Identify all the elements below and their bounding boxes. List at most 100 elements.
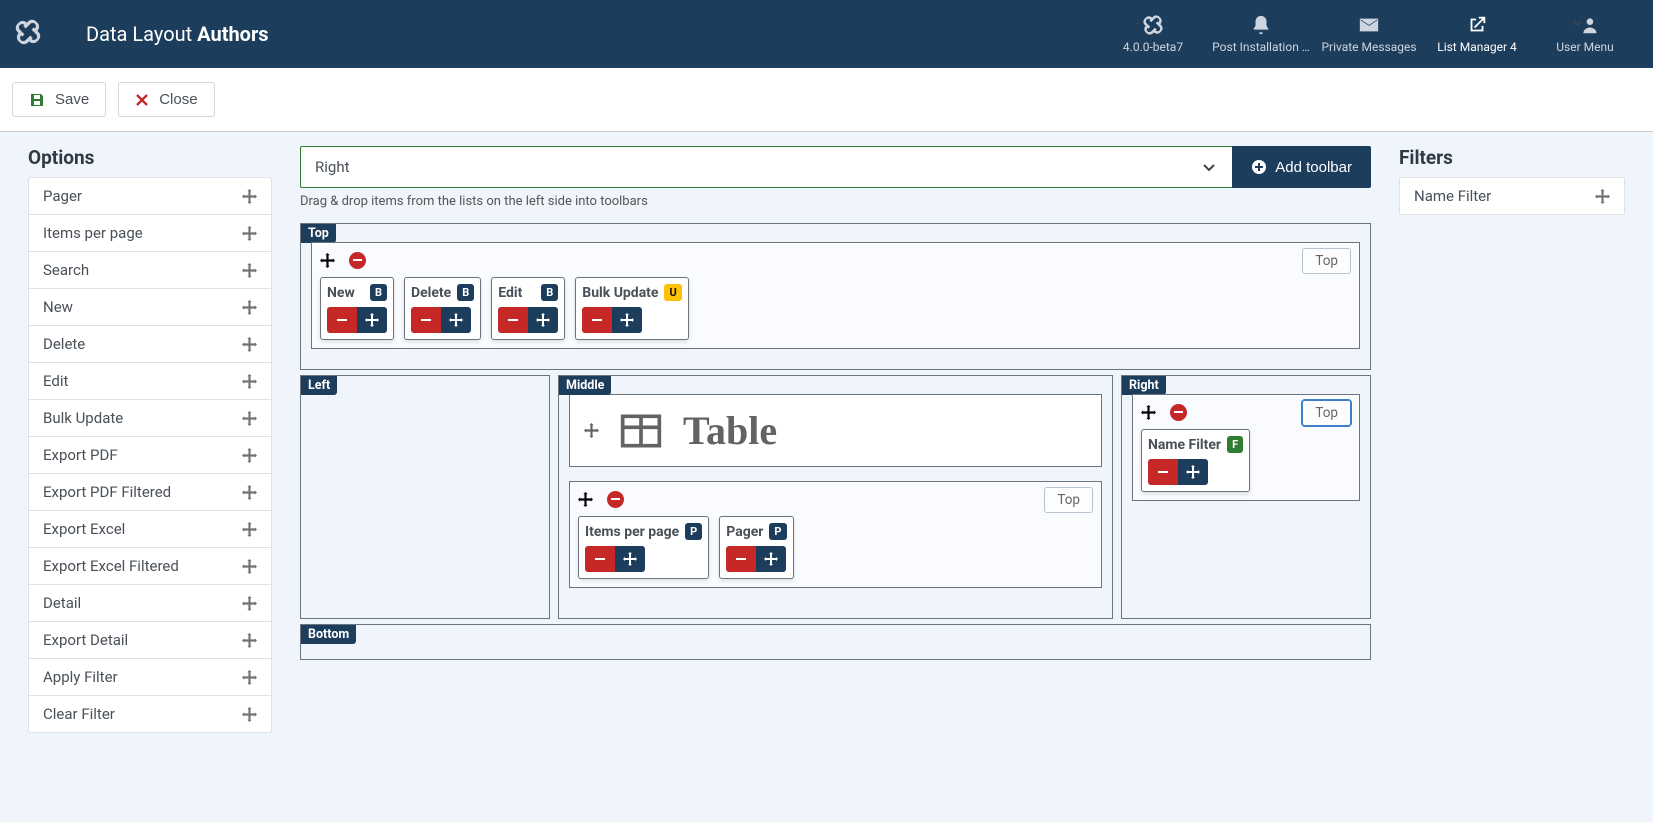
filters-column: Filters Name Filter	[1399, 146, 1625, 733]
option-item[interactable]: Delete	[29, 326, 271, 363]
move-item-button[interactable]	[1178, 459, 1208, 485]
filter-label: Name Filter	[1414, 187, 1491, 205]
status-private-messages[interactable]: Private Messages	[1315, 14, 1423, 54]
remove-item-button[interactable]	[585, 546, 615, 572]
option-item[interactable]: Edit	[29, 363, 271, 400]
remove-toolbar-icon[interactable]	[1170, 404, 1187, 421]
close-icon	[135, 93, 149, 107]
move-icon[interactable]	[578, 492, 593, 507]
option-item[interactable]: Export Excel	[29, 511, 271, 548]
card-label: Name Filter	[1148, 437, 1221, 453]
option-item[interactable]: Detail	[29, 585, 271, 622]
save-icon	[29, 92, 45, 108]
move-icon[interactable]	[242, 448, 257, 463]
option-item[interactable]: Search	[29, 252, 271, 289]
remove-item-button[interactable]	[411, 307, 441, 333]
remove-item-button[interactable]	[726, 546, 756, 572]
option-item[interactable]: Bulk Update	[29, 400, 271, 437]
remove-item-button[interactable]	[582, 307, 612, 333]
move-icon[interactable]	[242, 337, 257, 352]
layout-top[interactable]: Top Top NewBDeleteBEditBBulk UpdateU	[300, 223, 1371, 370]
move-item-button[interactable]	[441, 307, 471, 333]
layout-right[interactable]: Right Top Name FilterF	[1121, 375, 1371, 619]
move-icon[interactable]	[242, 374, 257, 389]
option-item[interactable]: Pager	[29, 178, 271, 215]
option-item[interactable]: Export Detail	[29, 622, 271, 659]
toolbar-item-card[interactable]: Name FilterF	[1141, 429, 1250, 492]
options-list: PagerItems per pageSearchNew Delete EditBu…	[28, 177, 272, 733]
move-item-button[interactable]	[357, 307, 387, 333]
remove-item-button[interactable]	[498, 307, 528, 333]
chevron-down-icon	[1200, 158, 1218, 176]
option-label: Export Detail	[43, 631, 128, 649]
option-label: Export PDF	[43, 446, 118, 464]
toolbar-item-card[interactable]: NewB	[320, 277, 394, 340]
move-icon[interactable]	[242, 522, 257, 537]
layout-left[interactable]: Left	[300, 375, 550, 619]
move-icon[interactable]	[242, 485, 257, 500]
card-badge: B	[370, 284, 387, 301]
option-item[interactable]: New	[29, 289, 271, 326]
option-item[interactable]: Clear Filter	[29, 696, 271, 732]
table-icon	[619, 412, 663, 450]
move-icon[interactable]	[242, 411, 257, 426]
header-status-items: 4.0.0-beta7 Post Installation … Private …	[1099, 14, 1639, 54]
remove-toolbar-icon[interactable]	[607, 491, 624, 508]
card-badge: B	[457, 284, 474, 301]
remove-toolbar-icon[interactable]	[349, 252, 366, 269]
add-toolbar-button[interactable]: Add toolbar	[1232, 146, 1371, 188]
right-toolbar[interactable]: Top Name FilterF	[1132, 394, 1360, 501]
middle-toolbar[interactable]: Top Items per pagePPagerP	[569, 481, 1102, 588]
toolbar-item-card[interactable]: DeleteB	[404, 277, 481, 340]
move-icon[interactable]	[242, 300, 257, 315]
filter-item[interactable]: Name Filter	[1400, 178, 1624, 214]
move-icon[interactable]	[242, 559, 257, 574]
status-version[interactable]: 4.0.0-beta7	[1099, 14, 1207, 54]
toolbar-item-card[interactable]: PagerP	[719, 516, 793, 579]
move-item-button[interactable]	[756, 546, 786, 572]
option-item[interactable]: Export PDF Filtered	[29, 474, 271, 511]
position-tag[interactable]: Top	[1302, 248, 1351, 274]
move-icon[interactable]	[1595, 189, 1610, 204]
move-icon[interactable]	[320, 253, 335, 268]
option-label: Export Excel Filtered	[43, 557, 179, 575]
move-icon[interactable]	[242, 263, 257, 278]
close-button[interactable]: Close	[118, 82, 214, 117]
toolbar-item-card[interactable]: Items per pageP	[578, 516, 709, 579]
toolbar-select[interactable]: Right	[300, 146, 1232, 188]
option-label: Delete	[43, 335, 85, 353]
move-icon[interactable]	[242, 189, 257, 204]
option-label: Apply Filter	[43, 668, 118, 686]
remove-item-button[interactable]	[1148, 459, 1178, 485]
move-item-button[interactable]	[615, 546, 645, 572]
move-icon[interactable]	[242, 596, 257, 611]
move-icon[interactable]	[242, 707, 257, 722]
position-tag[interactable]: Top	[1044, 487, 1093, 513]
save-button[interactable]: Save	[12, 82, 106, 117]
top-toolbar[interactable]: Top NewBDeleteBEditBBulk UpdateU	[311, 242, 1360, 349]
toolbar-item-card[interactable]: EditB	[491, 277, 565, 340]
remove-item-button[interactable]	[327, 307, 357, 333]
status-post-install[interactable]: Post Installation …	[1207, 14, 1315, 54]
option-item[interactable]: Apply Filter	[29, 659, 271, 696]
move-icon[interactable]	[242, 633, 257, 648]
status-user-menu[interactable]: User Menu	[1531, 14, 1639, 54]
move-icon[interactable]	[242, 670, 257, 685]
layout-column: Right Add toolbar Drag & drop items from…	[300, 146, 1371, 733]
option-item[interactable]: Export Excel Filtered	[29, 548, 271, 585]
option-item[interactable]: Export PDF	[29, 437, 271, 474]
table-block[interactable]: Table	[569, 394, 1102, 467]
move-icon[interactable]	[584, 423, 599, 438]
toolbar-item-card[interactable]: Bulk UpdateU	[575, 277, 688, 340]
layout-middle[interactable]: Middle Table Top Items per pagePPagerP	[558, 375, 1113, 619]
option-item[interactable]: Items per page	[29, 215, 271, 252]
card-label: Edit	[498, 285, 522, 301]
layout-bottom[interactable]: Bottom	[300, 624, 1371, 660]
page-title: Data Layout Authors	[86, 22, 1099, 46]
position-tag[interactable]: Top	[1302, 400, 1351, 426]
move-icon[interactable]	[242, 226, 257, 241]
move-item-button[interactable]	[528, 307, 558, 333]
move-icon[interactable]	[1141, 405, 1156, 420]
status-list-manager[interactable]: List Manager 4	[1423, 14, 1531, 54]
move-item-button[interactable]	[612, 307, 642, 333]
